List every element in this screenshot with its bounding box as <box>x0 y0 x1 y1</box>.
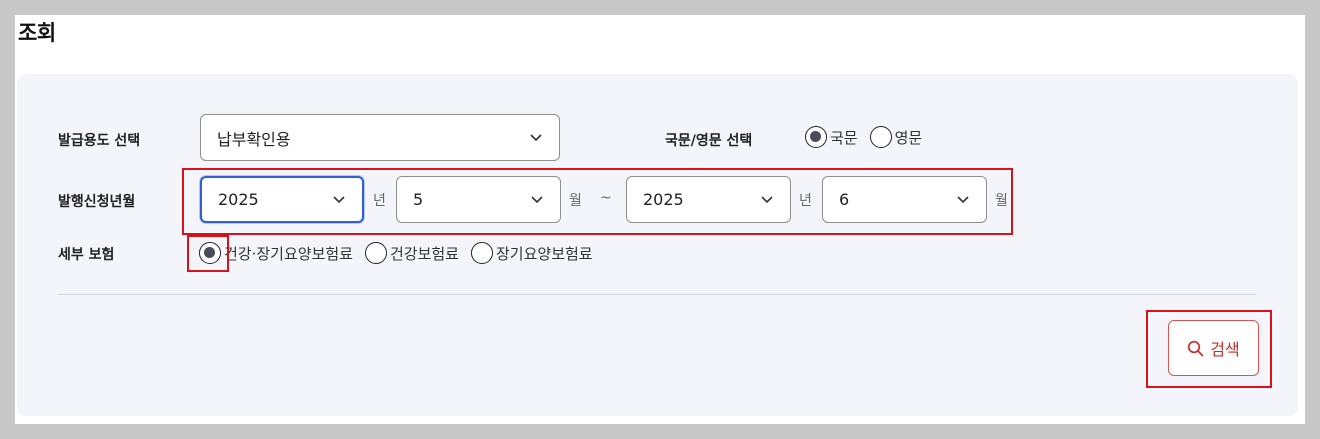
search-icon <box>1188 340 1204 356</box>
language-radio-korean[interactable]: 국문 <box>805 126 858 148</box>
start-month-value: 5 <box>413 190 424 209</box>
chevron-down-icon <box>957 195 969 203</box>
radio-checked-icon[interactable] <box>199 242 221 264</box>
end-year-value: 2025 <box>643 190 684 209</box>
radio-checked-icon[interactable] <box>805 126 827 148</box>
search-panel: 발급용도 선택 납부확인용 국문/영문 선택 국문 영문 발행신청년월 2025… <box>17 74 1298 416</box>
insurance-radio-health[interactable]: 건강보험료 <box>364 242 459 264</box>
start-year-select[interactable]: 2025 <box>200 176 364 223</box>
insurance-label: 세부 보험 <box>58 247 115 263</box>
page-title: 조회 <box>18 21 56 45</box>
radio-unchecked-icon[interactable] <box>869 126 892 148</box>
insurance-radio-group: 건강·장기요양보험료 건강보험료 장기요양보험료 <box>199 242 605 264</box>
chevron-down-icon <box>761 195 773 203</box>
language-radio-english-label: 영문 <box>894 128 923 147</box>
insurance-radio-health-label: 건강보험료 <box>389 244 459 263</box>
radio-unchecked-icon[interactable] <box>364 242 387 264</box>
purpose-select-value: 납부확인용 <box>217 129 291 149</box>
divider <box>58 294 1256 295</box>
chevron-down-icon <box>531 195 543 203</box>
start-year-unit: 년 <box>373 193 386 209</box>
period-label: 발행신청년월 <box>58 194 136 210</box>
end-year-select[interactable]: 2025 <box>626 176 791 223</box>
purpose-label: 발급용도 선택 <box>58 133 141 149</box>
language-radio-english[interactable]: 영문 <box>869 126 923 148</box>
end-year-unit: 년 <box>799 193 812 209</box>
insurance-radio-ltc[interactable]: 장기요양보험료 <box>471 242 593 264</box>
insurance-radio-health-ltc-label: 건강·장기요양보험료 <box>224 244 353 263</box>
chevron-down-icon <box>333 195 345 203</box>
purpose-select[interactable]: 납부확인용 <box>200 114 560 161</box>
language-radio-korean-label: 국문 <box>830 128 858 147</box>
end-month-value: 6 <box>839 190 850 209</box>
radio-unchecked-icon[interactable] <box>471 242 493 264</box>
period-separator: ~ <box>600 190 612 206</box>
search-button-label: 검색 <box>1210 340 1240 359</box>
end-month-unit: 월 <box>995 193 1008 209</box>
inquiry-page: 조회 발급용도 선택 납부확인용 국문/영문 선택 국문 영문 발행신청년월 2… <box>15 15 1305 424</box>
chevron-down-icon <box>530 133 542 141</box>
start-month-unit: 월 <box>569 193 582 209</box>
start-year-value: 2025 <box>218 190 259 209</box>
language-label: 국문/영문 선택 <box>665 133 753 149</box>
insurance-radio-ltc-label: 장기요양보험료 <box>496 244 593 263</box>
search-button[interactable]: 검색 <box>1168 320 1259 376</box>
insurance-radio-health-ltc[interactable]: 건강·장기요양보험료 <box>199 242 353 264</box>
end-month-select[interactable]: 6 <box>822 176 987 223</box>
start-month-select[interactable]: 5 <box>396 176 561 223</box>
language-radio-group: 국문 영문 <box>805 126 934 148</box>
